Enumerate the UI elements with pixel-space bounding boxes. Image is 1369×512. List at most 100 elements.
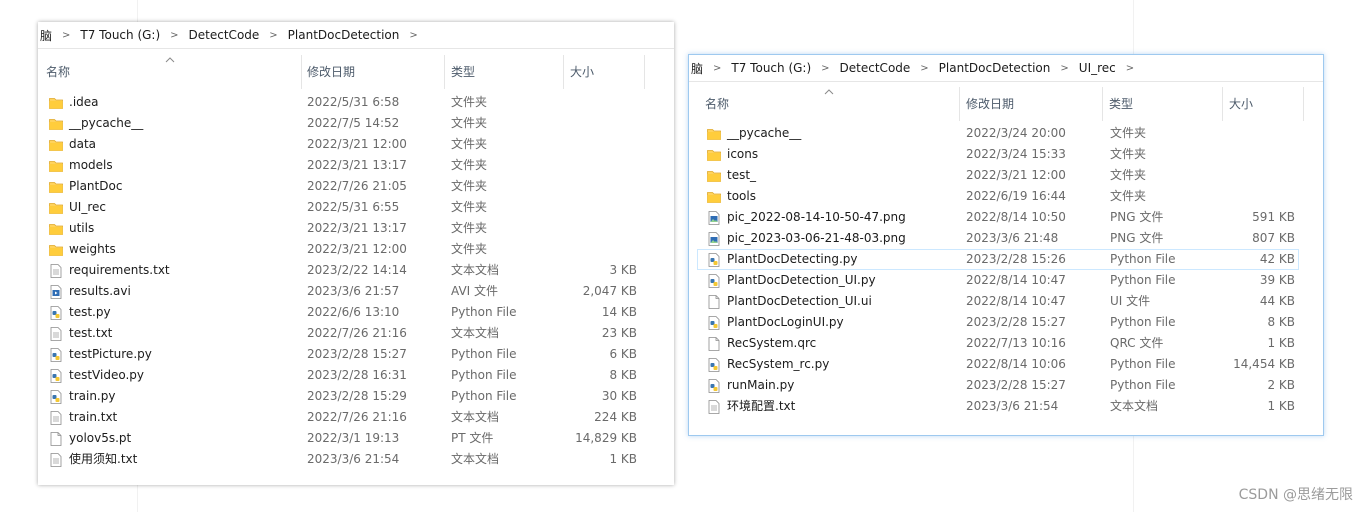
- file-date: 2022/3/21 12:00: [966, 168, 1066, 182]
- column-header-name[interactable]: 名称: [38, 55, 301, 89]
- file-row[interactable]: RecSystem_rc.py 2022/8/14 10:06 Python Fil…: [697, 354, 1299, 375]
- file-name: pic_2022-08-14-10-50-47.png: [727, 210, 906, 224]
- folder-icon: [48, 116, 64, 132]
- file-date: 2022/7/13 10:16: [966, 336, 1066, 350]
- breadcrumb-pc[interactable]: 脑: [38, 27, 54, 44]
- column-header-name[interactable]: 名称: [697, 87, 959, 121]
- file-size: [1205, 123, 1295, 144]
- file-row[interactable]: RecSystem.qrc 2022/7/13 10:16 QRC 文件 1 KB: [697, 333, 1299, 354]
- file-row[interactable]: PlantDoc 2022/7/26 21:05 文件夹: [38, 176, 644, 197]
- file-date: 2023/3/6 21:54: [966, 399, 1059, 413]
- file-name: models: [69, 158, 113, 172]
- file-name: data: [69, 137, 97, 151]
- file-row[interactable]: requirements.txt 2023/2/22 14:14 文本文档 3 KB: [38, 260, 644, 281]
- column-header-size[interactable]: 大小: [562, 55, 644, 89]
- file-name: __pycache__: [727, 126, 802, 140]
- column-header-date[interactable]: 修改日期: [958, 87, 1102, 121]
- file-row[interactable]: __pycache__ 2022/7/5 14:52 文件夹: [38, 113, 644, 134]
- file-row[interactable]: PlantDocLoginUI.py 2023/2/28 15:27 Python …: [697, 312, 1299, 333]
- file-row[interactable]: models 2022/3/21 13:17 文件夹: [38, 155, 644, 176]
- column-header-row: 名称 修改日期 类型 大小: [38, 55, 674, 89]
- column-header-type[interactable]: 类型: [1101, 87, 1222, 121]
- file-date: 2023/2/28 15:27: [307, 347, 407, 361]
- image-file-icon: [706, 210, 722, 226]
- file-row[interactable]: yolov5s.pt 2022/3/1 19:13 PT 文件 14,829 KB: [38, 428, 644, 449]
- file-name-cell: testVideo.py: [48, 365, 298, 386]
- file-name-cell: UI_rec: [48, 197, 298, 218]
- file-date: 2022/8/14 10:47: [966, 294, 1066, 308]
- file-size: [547, 155, 637, 176]
- file-row[interactable]: .idea 2022/5/31 6:58 文件夹: [38, 92, 644, 113]
- file-row[interactable]: PlantDocDetection_UI.ui 2022/8/14 10:47 UI…: [697, 291, 1299, 312]
- file-size: [1205, 186, 1295, 207]
- file-date: 2022/3/21 13:17: [307, 158, 407, 172]
- file-row[interactable]: utils 2022/3/21 13:17 文件夹: [38, 218, 644, 239]
- file-row[interactable]: train.txt 2022/7/26 21:16 文本文档 224 KB: [38, 407, 644, 428]
- file-size: 1 KB: [1267, 399, 1295, 413]
- column-header-date[interactable]: 修改日期: [299, 55, 444, 89]
- file-size: 224 KB: [594, 410, 637, 424]
- file-name: PlantDocLoginUI.py: [727, 315, 844, 329]
- file-row[interactable]: testVideo.py 2023/2/28 16:31 Python File 8 …: [38, 365, 644, 386]
- file-name: PlantDocDetection_UI.py: [727, 273, 876, 287]
- file-name-cell: RecSystem.qrc: [706, 333, 961, 354]
- file-row[interactable]: runMain.py 2023/2/28 15:27 Python File 2 KB: [697, 375, 1299, 396]
- file-row[interactable]: UI_rec 2022/5/31 6:55 文件夹: [38, 197, 644, 218]
- file-row[interactable]: data 2022/3/21 12:00 文件夹: [38, 134, 644, 155]
- file-size: [1205, 144, 1295, 165]
- file-date: 2022/5/31 6:55: [307, 200, 400, 214]
- file-row[interactable]: PlantDocDetecting.py 2023/2/28 15:26 Pytho…: [697, 249, 1299, 270]
- breadcrumb-ui-rec[interactable]: UI_rec: [1077, 61, 1118, 75]
- file-row[interactable]: icons 2022/3/24 15:33 文件夹: [697, 144, 1299, 165]
- file-type: Python File: [1110, 315, 1176, 329]
- file-row[interactable]: test.py 2022/6/6 13:10 Python File 14 KB: [38, 302, 644, 323]
- breadcrumb-detectcode[interactable]: DetectCode: [838, 61, 913, 75]
- file-row[interactable]: weights 2022/3/21 12:00 文件夹: [38, 239, 644, 260]
- file-type: Python File: [1110, 357, 1176, 371]
- file-name-cell: yolov5s.pt: [48, 428, 298, 449]
- file-type: PT 文件: [451, 431, 494, 445]
- file-row[interactable]: test.txt 2022/7/26 21:16 文本文档 23 KB: [38, 323, 644, 344]
- file-row[interactable]: 环境配置.txt 2023/3/6 21:54 文本文档 1 KB: [697, 396, 1299, 417]
- file-size: [547, 92, 637, 113]
- file-name: results.avi: [69, 284, 131, 298]
- file-type: 文件夹: [1110, 147, 1147, 161]
- file-row[interactable]: PlantDocDetection_UI.py 2022/8/14 10:47 Py…: [697, 270, 1299, 291]
- file-name-cell: test.py: [48, 302, 298, 323]
- file-name-cell: .idea: [48, 92, 298, 113]
- file-date: 2023/2/22 14:14: [307, 263, 407, 277]
- file-size: 807 KB: [1252, 231, 1295, 245]
- file-date: 2022/3/21 13:17: [307, 221, 407, 235]
- breadcrumb-drive[interactable]: T7 Touch (G:): [78, 28, 162, 42]
- column-divider[interactable]: [644, 55, 645, 89]
- file-row[interactable]: 使用须知.txt 2023/3/6 21:54 文本文档 1 KB: [38, 449, 644, 470]
- file-row[interactable]: results.avi 2023/3/6 21:57 AVI 文件 2,047 KB: [38, 281, 644, 302]
- file-date: 2023/2/28 15:26: [966, 252, 1066, 266]
- file-name-cell: models: [48, 155, 298, 176]
- breadcrumb-pc[interactable]: 脑: [689, 60, 705, 77]
- breadcrumb-plantdocdetection[interactable]: PlantDocDetection: [286, 28, 402, 42]
- breadcrumb-plantdocdetection[interactable]: PlantDocDetection: [937, 61, 1053, 75]
- file-row[interactable]: pic_2023-03-06-21-48-03.png 2023/3/6 21:4…: [697, 228, 1299, 249]
- file-date: 2023/2/28 15:27: [966, 378, 1066, 392]
- column-divider[interactable]: [1303, 87, 1304, 121]
- file-row[interactable]: test_ 2022/3/21 12:00 文件夹: [697, 165, 1299, 186]
- file-name-cell: train.py: [48, 386, 298, 407]
- column-header-type[interactable]: 类型: [443, 55, 563, 89]
- breadcrumb-detectcode[interactable]: DetectCode: [187, 28, 262, 42]
- explorer-window-right: 脑 > T7 Touch (G:) > DetectCode > PlantDo…: [688, 54, 1324, 436]
- file-row[interactable]: tools 2022/6/19 16:44 文件夹: [697, 186, 1299, 207]
- python-file-icon: [48, 368, 64, 384]
- file-name: test_: [727, 168, 757, 182]
- file-row[interactable]: pic_2022-08-14-10-50-47.png 2022/8/14 10:…: [697, 207, 1299, 228]
- file-size: [547, 218, 637, 239]
- file-row[interactable]: __pycache__ 2022/3/24 20:00 文件夹: [697, 123, 1299, 144]
- file-row[interactable]: train.py 2023/2/28 15:29 Python File 30 KB: [38, 386, 644, 407]
- file-type: 文件夹: [1110, 168, 1147, 182]
- file-type: Python File: [451, 347, 517, 361]
- breadcrumb-drive[interactable]: T7 Touch (G:): [729, 61, 813, 75]
- file-name-cell: icons: [706, 144, 961, 165]
- file-row[interactable]: testPicture.py 2023/2/28 15:27 Python File…: [38, 344, 644, 365]
- column-header-size[interactable]: 大小: [1221, 87, 1303, 121]
- file-type: 文本文档: [451, 410, 500, 424]
